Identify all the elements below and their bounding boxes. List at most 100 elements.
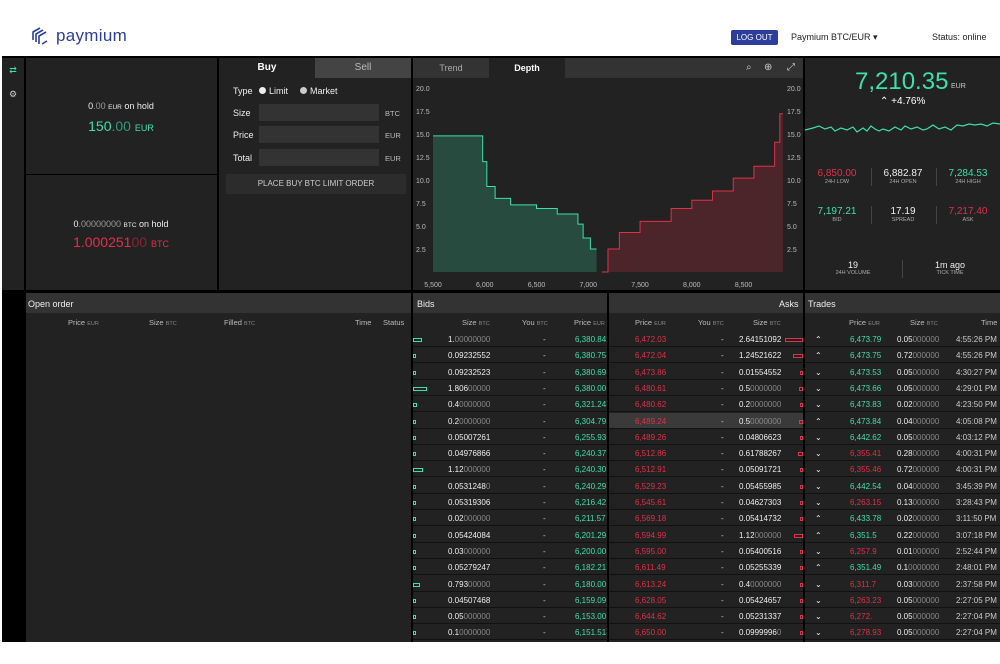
table-row[interactable]: 6,628.05 - 0.05424657 [609,592,803,608]
table-row[interactable]: 0.02000000 - 6,211.57 [413,510,607,527]
table-row[interactable]: ⌄ 6,442.62 0.05000000 4:03:12 PM [805,429,1000,445]
table-row[interactable]: 0.79300000 - 6,180.00 [413,576,607,592]
table-row[interactable]: 0.04976866 - 6,240.37 [413,445,607,462]
trade-size-dec: 000000 [912,449,940,459]
fullscreen-icon[interactable]: ⤢ [787,62,795,73]
table-row[interactable]: 1.80600000 - 6,380.00 [413,380,607,396]
table-row[interactable]: 6,644.62 - 0.05231337 [609,608,803,625]
table-row[interactable]: 1.12000000 - 6,240.30 [413,461,607,478]
table-row[interactable]: ⌄ 6,355.46 0.72000000 4:00:31 PM [805,461,1000,478]
table-row[interactable]: ⌃ 6,473.79 0.05000000 4:55:26 PM [805,331,1000,347]
trade-price: 6,442.62 [850,432,882,442]
table-row[interactable]: 6,661.23-0.05363916 [609,641,803,642]
table-row[interactable]: 6,545.61 - 0.04627303 [609,494,803,510]
tab-trend[interactable]: Trend [413,58,489,78]
table-row[interactable]: 6,512.91 - 0.05091721 [609,461,803,478]
table-row[interactable]: 6,512.86 - 0.61788267 [609,445,803,462]
radio-limit-label: Limit [269,86,289,96]
table-row[interactable]: ⌄ 6,473.53 0.05000000 4:30:27 PM [805,364,1000,380]
table-row[interactable]: ⌄ 6,263.15 0.13000000 3:28:43 PM [805,494,1000,510]
tab-sell[interactable]: Sell [315,58,411,78]
bid-size-int: 0.05 [448,612,464,622]
table-row[interactable]: ⌄ 6,311.7 0.03000000 2:37:58 PM [805,576,1000,592]
table-row[interactable]: ⌃ 6,473.84 0.04000000 4:05:08 PM [805,413,1000,429]
table-row[interactable]: ⌄ 6,278.93 0.05000000 2:27:04 PM [805,624,1000,641]
size-input[interactable] [259,104,379,121]
table-row[interactable]: ⌄ 6,263.23 0.05000000 2:27:05 PM [805,592,1000,608]
table-row[interactable]: ⌄ 6,355.41 0.28000000 4:00:31 PM [805,445,1000,462]
radio-market[interactable]: Market [300,86,338,96]
table-row[interactable]: 0.05319306 - 6,216.42 [413,494,607,510]
price-sparkline [805,122,1000,133]
ask-size-int: 0.4 [739,579,751,589]
tab-depth[interactable]: Depth [489,58,565,78]
table-row[interactable]: 0.09232552 - 6,380.75 [413,347,607,364]
table-row[interactable]: 6,473.86 - 0.01554552 [609,364,803,380]
table-row[interactable]: 6,611.49 - 0.05255339 [609,559,803,576]
table-row[interactable]: 0.05007261 - 6,255.93 [413,429,607,445]
table-row[interactable]: 0.09232523 - 6,380.69 [413,364,607,380]
table-row[interactable]: 6,594.99 - 1.12000000 [609,527,803,543]
table-row[interactable]: ⌃ 6,433.78 0.02000000 3:11:50 PM [805,510,1000,527]
ask-price: 6,472.04 [635,351,667,361]
table-row[interactable]: 6,613.24 - 0.40000000 [609,576,803,592]
table-row[interactable]: ⌄ 6,473.66 0.05000000 4:29:01 PM [805,380,1000,396]
table-row[interactable]: ⌄ 6,473.83 0.02000000 4:23:50 PM [805,396,1000,413]
swap-icon[interactable]: ⇄ [7,64,19,76]
bid-price: 6,240.29 [575,481,607,491]
stat-volume-value: 19 [847,260,858,270]
table-row[interactable]: ⌃ 6,351.5 0.22000000 3:07:18 PM [805,527,1000,543]
table-row[interactable]: 0.03000000-6,111.57 [413,641,607,642]
stat-divider [902,260,903,278]
table-row[interactable]: ⌄ 6,442.54 0.04000000 3:45:39 PM [805,478,1000,494]
pair-selector[interactable]: Paymium BTC/EUR ▾ [791,32,878,43]
table-row[interactable]: 0.40000000 - 6,321.24 [413,396,607,413]
brand-logo[interactable]: paymium [30,26,127,46]
table-row[interactable]: ⌄ 6,272. 0.05000000 2:27:04 PM [805,608,1000,625]
search-icon[interactable]: ⌕ [746,62,752,73]
table-row[interactable]: 0.03000000 - 6,200.00 [413,543,607,559]
table-row[interactable]: 0.05000000 - 6,153.00 [413,608,607,625]
depth-bar [413,517,416,522]
bids-col-price-label: Price [574,318,592,327]
table-row[interactable]: 0.20000000 - 6,304.79 [413,413,607,429]
connection-status: Status: online [932,32,987,42]
total-input[interactable] [259,149,379,166]
table-row[interactable]: 6,650.00 - 0.09999960 [609,624,803,641]
table-row[interactable]: ⌃ 6,473.75 0.72000000 4:55:26 PM [805,347,1000,364]
table-row[interactable]: 6,472.03 - 2.64151092 [609,331,803,347]
price-input[interactable] [259,126,379,143]
table-row[interactable]: ⌄ 6,257.9 0.01000000 2:52:44 PM [805,543,1000,559]
table-row[interactable]: 0.05424084 - 6,201.29 [413,527,607,543]
sidebar: ⇄ ⚙ [2,58,24,290]
trade-price: 6,351.5 [850,530,877,540]
table-row[interactable]: 6,595.00 - 0.05400516 [609,543,803,559]
trade-time: 3:11:50 PM [956,514,997,524]
zoom-in-icon[interactable]: ⊕ [764,62,772,73]
ask-price: 6,613.24 [635,579,667,589]
table-row[interactable]: 6,480.62 - 0.20000000 [609,396,803,413]
table-row[interactable]: 6,529.23 - 0.05455985 [609,478,803,494]
table-row[interactable]: 6,489.24 - 0.50000000 [609,412,803,429]
bid-size: 0.40000000 [448,400,490,409]
ask-size-int: 0.05455985 [739,481,782,491]
table-row[interactable]: 0.05312480 - 6,240.29 [413,478,607,494]
logout-button[interactable]: LOG OUT [731,30,778,45]
table-row[interactable]: 6,472.04 - 1.24521622 [609,347,803,364]
table-row[interactable]: 6,480.61 - 0.50000000 [609,380,803,396]
table-row[interactable]: 0.10000000 - 6,151.51 [413,624,607,641]
radio-limit[interactable]: Limit [259,86,288,96]
place-order-button[interactable]: PLACE BUY BTC LIMIT ORDER [226,174,406,194]
table-row[interactable]: 1.00000000 - 6,380.84 [413,331,607,347]
table-row[interactable]: 6,569.18 - 0.05414732 [609,510,803,527]
table-row[interactable]: 6,489.26 - 0.04806623 [609,429,803,445]
oo-col-status: Status [383,318,405,327]
gear-icon[interactable]: ⚙ [7,88,19,100]
depth-bar [413,370,416,375]
tab-buy[interactable]: Buy [219,58,315,78]
table-row[interactable]: 0.05279247 - 6,182.21 [413,559,607,576]
depth-chart[interactable]: 20.0 20.0 17.5 17.5 15.0 15.0 12.5 12.5 10.0 10.0… [413,78,803,290]
ask-size: 0.01554552 [739,368,781,377]
table-row[interactable]: ⌃ 6,351.49 0.10000000 2:48:01 PM [805,559,1000,576]
table-row[interactable]: 0.04507468 - 6,159.09 [413,592,607,608]
